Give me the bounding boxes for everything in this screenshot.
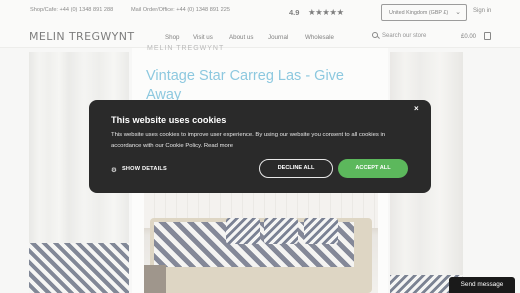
cookie-body-text: This website uses cookies to improve use… — [111, 132, 386, 150]
show-details-button[interactable]: SHOW DETAILS — [122, 166, 167, 172]
accept-all-button[interactable]: ACCEPT ALL — [338, 159, 408, 178]
cookie-consent-modal: This website uses cookies × This website… — [89, 100, 431, 193]
gear-icon[interactable]: ⚙ — [111, 166, 117, 174]
close-icon[interactable]: × — [414, 104, 419, 113]
decline-all-button[interactable]: DECLINE ALL — [259, 159, 333, 178]
cookie-heading: This website uses cookies — [111, 115, 227, 125]
send-message-button[interactable]: Send message — [449, 277, 515, 293]
